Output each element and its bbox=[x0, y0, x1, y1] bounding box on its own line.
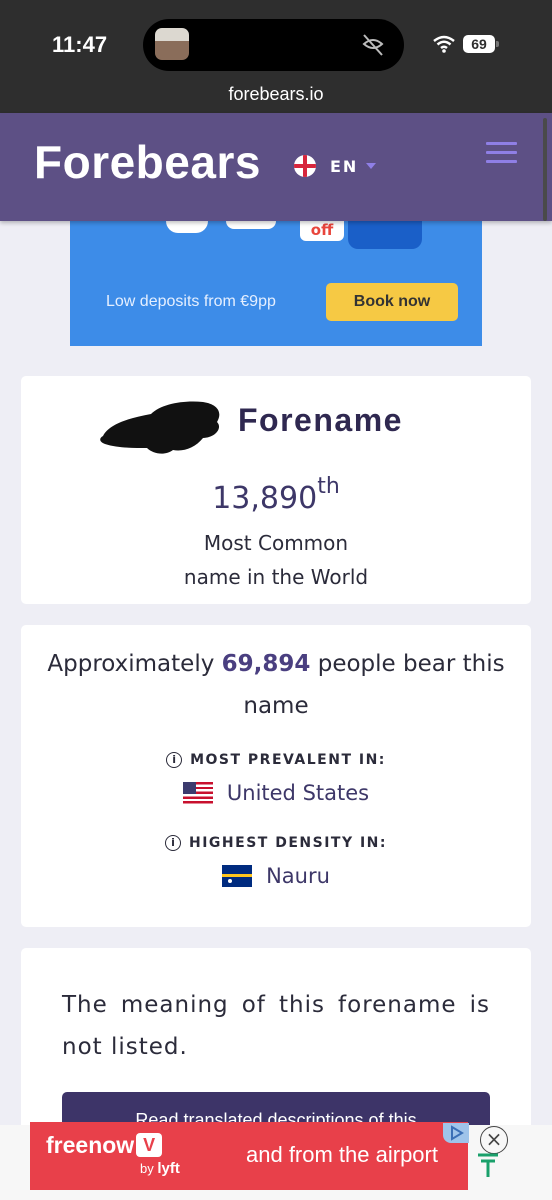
rank-caption-line1: Most Common bbox=[203, 531, 349, 555]
funnel-icon[interactable] bbox=[476, 1153, 500, 1179]
bearers-count: 69,894 bbox=[221, 651, 311, 677]
rank-number: 13,890 bbox=[212, 481, 318, 516]
rank-caption-line2: name in the World bbox=[183, 565, 369, 589]
now-playing-thumbnail bbox=[155, 28, 189, 60]
bearers-sentence: Approximately 69,894 people bear this na… bbox=[21, 643, 531, 727]
rank-caption: Most Common name in the World bbox=[21, 526, 531, 594]
muted-icon bbox=[362, 34, 384, 56]
chevron-down-icon bbox=[366, 163, 377, 169]
highest-density-country-name[interactable]: Nauru bbox=[266, 864, 330, 888]
most-prevalent-country-name[interactable]: United States bbox=[227, 781, 369, 805]
bearers-card: Approximately 69,894 people bear this na… bbox=[21, 625, 531, 927]
nauru-flag-icon bbox=[222, 865, 253, 887]
freenow-logo: freenow V bbox=[46, 1132, 163, 1159]
bottom-ad-text: and from the airport bbox=[246, 1142, 438, 1167]
england-flag-icon bbox=[294, 155, 316, 177]
status-bar: 11:47 69 bbox=[0, 0, 552, 80]
site-logo[interactable]: Forebears bbox=[34, 135, 261, 189]
ad-banner[interactable]: off Low deposits from €9pp Book now bbox=[70, 221, 482, 346]
book-now-button[interactable]: Book now bbox=[326, 283, 458, 321]
rank-card: Forename 13,890th Most Common name in th… bbox=[21, 376, 531, 604]
ad-graphic bbox=[226, 221, 276, 229]
redacted-name bbox=[100, 401, 220, 454]
url-bar[interactable]: forebears.io bbox=[0, 80, 552, 113]
by-text: by bbox=[140, 1161, 154, 1176]
rank-value: 13,890th bbox=[21, 474, 531, 516]
adchoices-icon[interactable] bbox=[443, 1123, 469, 1143]
highest-density-heading: i HIGHEST DENSITY IN: bbox=[21, 835, 531, 851]
bottom-ad: freenow V by lyft and from the airport × bbox=[0, 1122, 552, 1200]
highest-density-label: HIGHEST DENSITY IN: bbox=[189, 835, 387, 851]
url-text[interactable]: forebears.io bbox=[0, 84, 552, 105]
dynamic-island bbox=[143, 19, 404, 71]
language-selector[interactable]: EN bbox=[294, 155, 377, 177]
clock: 11:47 bbox=[52, 32, 108, 57]
most-prevalent-label: MOST PREVALENT IN: bbox=[190, 752, 386, 768]
meaning-text: The meaning of this forename is not list… bbox=[62, 992, 490, 1060]
most-prevalent-country[interactable]: United States bbox=[21, 781, 531, 805]
bottom-ad-banner[interactable]: freenow V by lyft and from the airport bbox=[30, 1122, 468, 1190]
by-lyft: by lyft bbox=[140, 1160, 180, 1177]
us-flag-icon bbox=[182, 782, 213, 804]
hamburger-menu-icon[interactable] bbox=[486, 142, 517, 164]
close-ad-button[interactable]: × bbox=[480, 1126, 508, 1154]
battery-nub bbox=[496, 41, 499, 47]
language-code: EN bbox=[330, 156, 359, 176]
info-icon[interactable]: i bbox=[165, 835, 181, 851]
lyft-text: lyft bbox=[157, 1160, 180, 1177]
scrollbar[interactable] bbox=[543, 118, 547, 221]
battery-indicator: 69 bbox=[463, 35, 495, 53]
ad-discount-badge: off bbox=[300, 221, 344, 241]
info-icon[interactable]: i bbox=[166, 752, 183, 768]
ad-graphic bbox=[166, 221, 208, 233]
ad-text: Low deposits from €9pp bbox=[106, 293, 276, 310]
rank-suffix: th bbox=[317, 474, 340, 499]
freenow-brand: freenow bbox=[46, 1132, 135, 1158]
suitcase-icon bbox=[348, 221, 422, 249]
bearers-prefix: Approximately bbox=[47, 651, 215, 677]
most-prevalent-heading: i MOST PREVALENT IN: bbox=[21, 752, 531, 768]
site-header: Forebears EN bbox=[0, 113, 552, 221]
name-type-heading: Forename bbox=[238, 402, 403, 438]
freenow-mark: V bbox=[136, 1133, 163, 1157]
highest-density-country[interactable]: Nauru bbox=[21, 864, 531, 888]
wifi-icon bbox=[433, 35, 455, 53]
